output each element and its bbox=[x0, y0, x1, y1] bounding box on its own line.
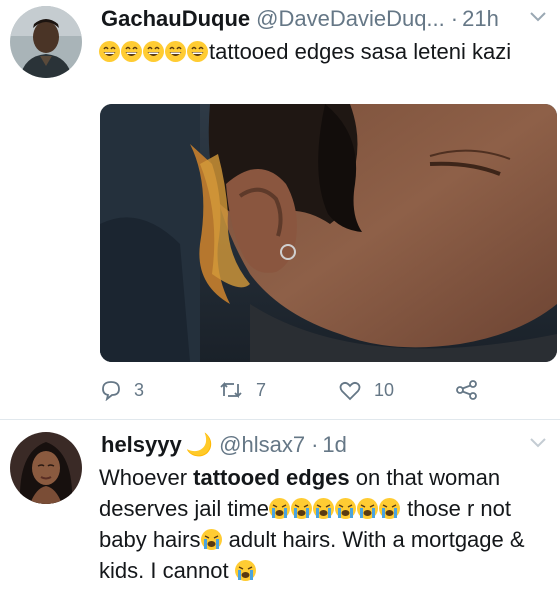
grinning-emoji-icon bbox=[187, 41, 208, 62]
retweet-count: 7 bbox=[256, 379, 267, 400]
like-button[interactable]: 10 bbox=[338, 376, 394, 404]
reply-icon bbox=[102, 381, 120, 401]
crying-emoji-icon bbox=[378, 498, 400, 519]
grinning-emoji-icon bbox=[143, 41, 164, 62]
like-count: 10 bbox=[374, 379, 395, 400]
share-icon bbox=[456, 380, 477, 400]
tweet-text: Whoever tattooed edges on that woman des… bbox=[99, 462, 544, 586]
grinning-emoji-icon bbox=[121, 41, 142, 62]
display-name[interactable]: GachauDuque bbox=[101, 6, 250, 32]
tweet-actions: 3 7 10 bbox=[100, 376, 540, 404]
reply-button[interactable]: 3 bbox=[100, 376, 144, 404]
timestamp[interactable]: 21h bbox=[462, 6, 499, 32]
chevron-down-icon[interactable] bbox=[528, 10, 548, 24]
crying-emoji-icon bbox=[290, 498, 312, 519]
tweet-text-content: tattooed edges sasa leteni kazi bbox=[209, 39, 512, 64]
crying-emoji-icon bbox=[334, 498, 356, 519]
crying-emoji-icon bbox=[234, 560, 256, 581]
crescent-moon-icon: 🌙 bbox=[185, 432, 214, 458]
avatar[interactable] bbox=[10, 432, 82, 504]
grinning-emoji-icon bbox=[99, 39, 209, 64]
grinning-emoji-icon bbox=[99, 41, 120, 62]
reply-count: 3 bbox=[134, 379, 145, 400]
retweet-button[interactable]: 7 bbox=[218, 376, 266, 404]
tweet-text: tattooed edges sasa leteni kazi bbox=[99, 36, 544, 67]
tweet[interactable]: helsyyy 🌙 @hlsax7 · 1d Whoever tattooed … bbox=[0, 420, 560, 598]
user-handle[interactable]: @hlsax7 bbox=[219, 432, 305, 458]
tweet-text-bold: tattooed edges bbox=[193, 465, 350, 490]
tweet-image[interactable] bbox=[100, 104, 557, 362]
tweet[interactable]: GachauDuque @DaveDavieDuq... · 21h tatto… bbox=[0, 0, 560, 420]
timestamp[interactable]: 1d bbox=[322, 432, 346, 458]
retweet-icon bbox=[220, 381, 242, 399]
separator: · bbox=[450, 6, 459, 31]
tweet-header: GachauDuque @DaveDavieDuq... · 21h bbox=[101, 4, 499, 34]
user-handle[interactable]: @DaveDavieDuq... bbox=[256, 6, 445, 32]
crying-emoji-icon bbox=[312, 498, 334, 519]
chevron-down-icon[interactable] bbox=[528, 436, 548, 450]
crying-emoji-icon bbox=[200, 527, 223, 552]
share-button[interactable] bbox=[455, 376, 491, 404]
crying-emoji-icon bbox=[234, 558, 257, 583]
grinning-emoji-icon bbox=[165, 41, 186, 62]
separator: · bbox=[311, 432, 319, 457]
crying-emoji-icon bbox=[200, 529, 222, 550]
crying-emoji-icon bbox=[356, 498, 378, 519]
tweet-text-content: Whoever bbox=[99, 465, 194, 490]
tweet-header: helsyyy 🌙 @hlsax7 · 1d bbox=[101, 430, 347, 460]
display-name[interactable]: helsyyy bbox=[101, 432, 182, 458]
crying-emoji-icon bbox=[268, 496, 401, 521]
avatar[interactable] bbox=[10, 6, 82, 78]
crying-emoji-icon bbox=[268, 498, 290, 519]
like-icon bbox=[339, 381, 361, 401]
